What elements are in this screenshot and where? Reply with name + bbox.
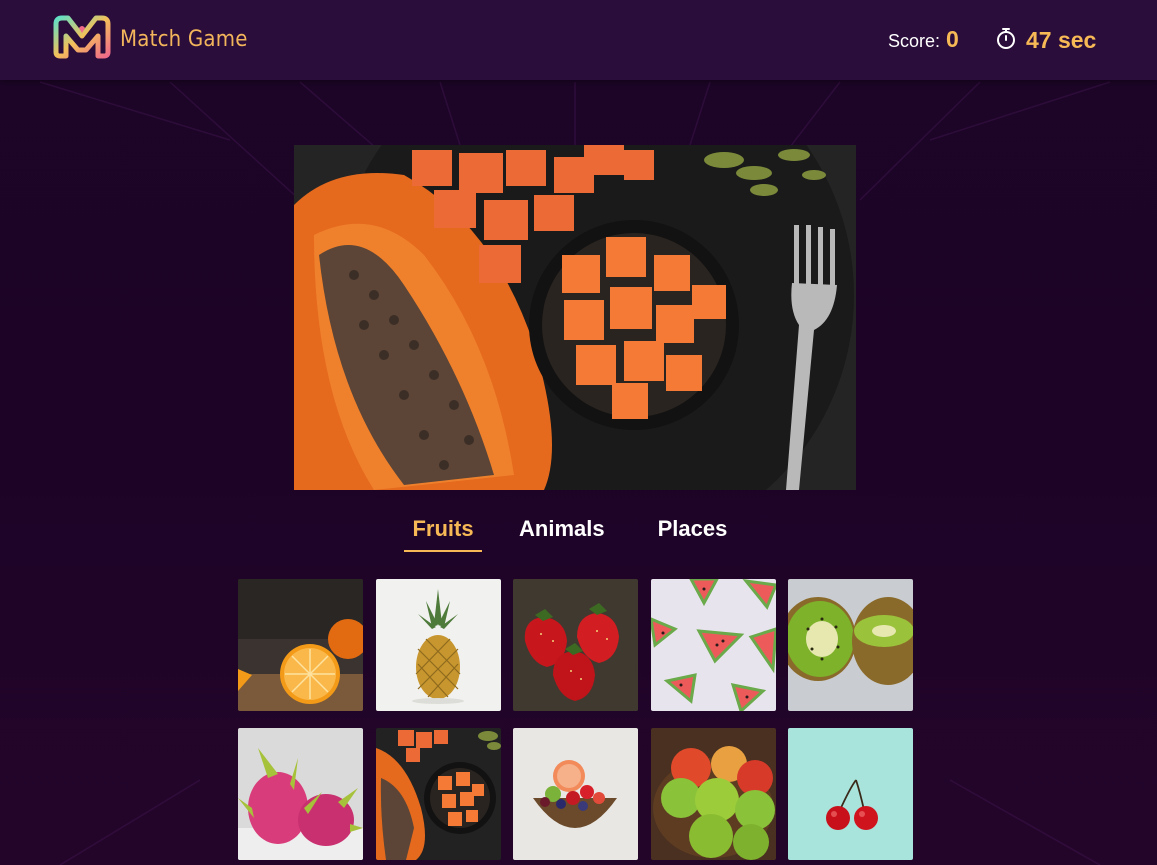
pineapple-card[interactable] <box>375 579 501 711</box>
score-label: Score: <box>888 31 941 51</box>
orange-card[interactable] <box>238 579 363 711</box>
logo-text: Match Game <box>120 26 248 52</box>
top-bar: Match Game Score: 0 47 sec <box>0 0 1157 80</box>
score-value: 0 <box>946 26 959 52</box>
timer-value: 47 sec <box>1026 27 1097 53</box>
dragonfruit-card[interactable] <box>238 728 363 860</box>
kiwi-card[interactable] <box>788 579 913 711</box>
tab-places[interactable]: Places <box>658 516 728 552</box>
card-grid <box>238 579 913 860</box>
logo[interactable]: Match Game <box>50 14 248 65</box>
strawberry-card[interactable] <box>513 579 638 711</box>
tab-fruits[interactable]: Fruits <box>404 516 482 552</box>
stopwatch-icon <box>994 26 1018 55</box>
tab-animals[interactable]: Animals <box>519 516 605 552</box>
watermelon-card[interactable] <box>650 579 776 711</box>
papaya-card[interactable] <box>375 728 501 860</box>
fruit-bowl-card[interactable] <box>513 728 638 860</box>
papaya-image <box>294 145 856 490</box>
apples-card[interactable] <box>650 728 776 860</box>
timer-display: 47 sec <box>994 26 1096 55</box>
score-display: Score: 0 <box>888 26 959 53</box>
category-tabs: Fruits Animals Places <box>404 516 727 556</box>
cherry-card[interactable] <box>788 728 913 860</box>
logo-icon <box>50 14 114 65</box>
target-image <box>294 145 856 490</box>
